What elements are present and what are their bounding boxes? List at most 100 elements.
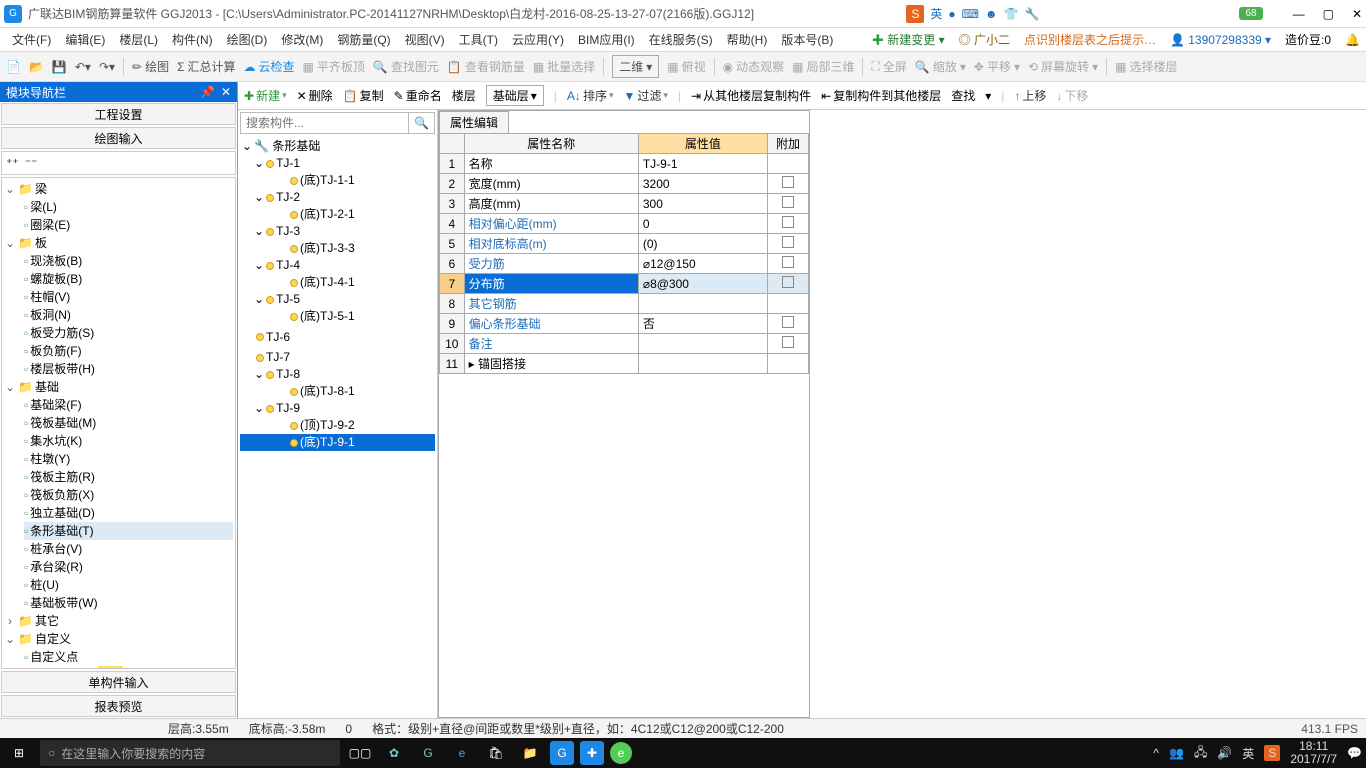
close-button[interactable]: ✕: [1352, 7, 1362, 21]
tree-item[interactable]: ▫ 承台梁(R): [24, 558, 233, 576]
mtree-leaf[interactable]: (底)TJ-1-1: [240, 172, 435, 189]
explorer-icon[interactable]: 📁: [516, 739, 544, 767]
mtree-item[interactable]: TJ-7: [240, 349, 435, 366]
filter-button[interactable]: ▼ 过滤▾: [623, 87, 667, 104]
tree-group[interactable]: ›📁 其它: [4, 612, 233, 630]
prop-row[interactable]: 10 备注: [440, 334, 809, 354]
store-icon[interactable]: 🛍: [482, 739, 510, 767]
sogou-icon[interactable]: S: [906, 5, 924, 23]
menu-rebar[interactable]: 钢筋量(Q): [331, 29, 396, 50]
copy-button[interactable]: 📋 复制: [343, 87, 384, 104]
mtree-item[interactable]: TJ-6: [240, 329, 435, 346]
draw-button[interactable]: ✏ 绘图: [132, 58, 169, 75]
bell-icon[interactable]: 🔔: [1345, 33, 1360, 47]
tray-vol-icon[interactable]: 🔊: [1217, 746, 1232, 760]
maximize-button[interactable]: ▢: [1323, 7, 1334, 21]
tree-item[interactable]: ▫ 板负筋(F): [24, 342, 233, 360]
ime-wrench-icon[interactable]: 🔧: [1025, 7, 1040, 21]
tree-group[interactable]: ⌄📁 自定义: [4, 630, 233, 648]
menu-file[interactable]: 文件(F): [6, 29, 57, 50]
warning-message[interactable]: 点识别楼层表之后提示…: [1024, 31, 1156, 48]
user-account[interactable]: 👤 13907298339 ▾: [1170, 33, 1271, 47]
down-button[interactable]: ↓ 下移: [1056, 87, 1088, 104]
tree-item[interactable]: ▫ 筏板主筋(R): [24, 468, 233, 486]
tree-item[interactable]: ▫ 现浇板(B): [24, 252, 233, 270]
tree-item[interactable]: ▫ 桩承台(V): [24, 540, 233, 558]
close-panel-icon[interactable]: ✕: [221, 85, 231, 99]
mtree-leaf[interactable]: (底)TJ-9-1: [240, 434, 435, 451]
menu-modify[interactable]: 修改(M): [275, 29, 329, 50]
app5-icon[interactable]: e: [610, 742, 632, 764]
floor-button[interactable]: ▦ 选择楼层: [1115, 58, 1177, 75]
tree-group[interactable]: ⌄📁 板: [4, 234, 233, 252]
tree-item[interactable]: ▫ 集水坑(K): [24, 432, 233, 450]
tree-item[interactable]: ▫ 桩(U): [24, 576, 233, 594]
app2-icon[interactable]: G: [414, 739, 442, 767]
search-button[interactable]: 查找: [951, 87, 975, 104]
tree-item[interactable]: ▫ 板受力筋(S): [24, 324, 233, 342]
tree-item[interactable]: ▫ 基础板带(W): [24, 594, 233, 612]
save-icon[interactable]: 💾: [52, 60, 67, 74]
sort-button[interactable]: A↓ 排序▾: [567, 87, 614, 104]
pan-button[interactable]: ✥ 平移 ▾: [974, 58, 1020, 75]
mtree-leaf[interactable]: (底)TJ-8-1: [240, 383, 435, 400]
expand-icon[interactable]: ⁺⁺: [6, 156, 19, 170]
minimize-button[interactable]: —: [1293, 7, 1305, 21]
component-tree[interactable]: ⌄📁 梁▫ 梁(L)▫ 圈梁(E)⌄📁 板▫ 现浇板(B)▫ 螺旋板(B)▫ 柱…: [1, 177, 236, 669]
mtree-item[interactable]: ⌄ TJ-3: [240, 223, 435, 240]
mtree-leaf[interactable]: (顶)TJ-9-2: [240, 417, 435, 434]
tree-item[interactable]: ▫ 梁(L): [24, 198, 233, 216]
zoom-button[interactable]: 🔍 缩放 ▾: [915, 58, 966, 75]
three-button[interactable]: ▦ 局部三维: [792, 58, 854, 75]
menu-floor[interactable]: 楼层(L): [113, 29, 164, 50]
menu-online[interactable]: 在线服务(S): [643, 29, 719, 50]
mtree-leaf[interactable]: (底)TJ-2-1: [240, 206, 435, 223]
undo-icon[interactable]: ↶▾: [75, 60, 91, 74]
sum-button[interactable]: Σ 汇总计算: [177, 58, 235, 75]
menu-version[interactable]: 版本号(B): [775, 29, 839, 50]
ime-face-icon[interactable]: ☻: [985, 7, 998, 21]
notif-badge[interactable]: 68: [1239, 7, 1262, 20]
look-button[interactable]: 📋 查看钢筋量: [447, 58, 525, 75]
ime-bar[interactable]: S 英 ● ⌨ ☻ 👕 🔧: [906, 5, 1039, 23]
mtree-leaf[interactable]: (底)TJ-3-3: [240, 240, 435, 257]
canvas-area[interactable]: [810, 110, 1366, 718]
tree-item[interactable]: ▫ 螺旋板(B): [24, 270, 233, 288]
prop-row[interactable]: 9 偏心条形基础 否: [440, 314, 809, 334]
dyn-button[interactable]: ◉ 动态观察: [723, 58, 785, 75]
prop-row[interactable]: 8 其它钢筋: [440, 294, 809, 314]
app3-icon[interactable]: G: [550, 741, 574, 765]
tree-item[interactable]: ▫ 柱帽(V): [24, 288, 233, 306]
tree-item[interactable]: ▫ 板洞(N): [24, 306, 233, 324]
tree-item[interactable]: ▫ 条形基础(T): [24, 522, 233, 540]
dim-select[interactable]: 二维 ▾: [612, 55, 659, 78]
tree-item[interactable]: ▫ 圈梁(E): [24, 216, 233, 234]
app1-icon[interactable]: ✿: [380, 739, 408, 767]
rename-button[interactable]: ✎ 重命名: [394, 87, 442, 104]
menu-view[interactable]: 视图(V): [399, 29, 451, 50]
prop-row[interactable]: 1 名称 TJ-9-1: [440, 154, 809, 174]
tray-people-icon[interactable]: 👥: [1169, 746, 1184, 760]
tree-item[interactable]: ▫ 自定义点: [24, 648, 233, 666]
search-input[interactable]: [241, 113, 408, 133]
menu-draw[interactable]: 绘图(D): [221, 29, 274, 50]
prop-row[interactable]: 3 高度(mm) 300: [440, 194, 809, 214]
prop-row[interactable]: 5 相对底标高(m) (0): [440, 234, 809, 254]
rot-button[interactable]: ⟲ 屏幕旋转 ▾: [1028, 58, 1098, 75]
gxe-button[interactable]: ◎ 广小二: [959, 31, 1010, 48]
bird-button[interactable]: ▦ 俯视: [667, 58, 705, 75]
tree-group[interactable]: ⌄📁 基础: [4, 378, 233, 396]
system-tray[interactable]: ^ 👥 🖧 🔊 英 S 18:112017/7/7 💬: [1153, 740, 1362, 766]
mtree-item[interactable]: ⌄ TJ-2: [240, 189, 435, 206]
report-tab[interactable]: 报表预览: [1, 695, 236, 717]
full-button[interactable]: ⛶ 全屏: [871, 58, 906, 75]
mtree-item[interactable]: ⌄ TJ-5: [240, 291, 435, 308]
start-button[interactable]: ⊞: [4, 738, 34, 768]
property-grid[interactable]: 属性名称 属性值 附加 1 名称 TJ-9-1 2 宽度(mm) 3200 3 …: [439, 133, 809, 717]
tree-item[interactable]: ▫ 楼层板带(H): [24, 360, 233, 378]
prop-row[interactable]: 6 受力筋 ⌀12@150: [440, 254, 809, 274]
prop-row[interactable]: 11 ▸ 锚固搭接: [440, 354, 809, 374]
menu-bim[interactable]: BIM应用(I): [572, 29, 641, 50]
menu-cloud[interactable]: 云应用(Y): [506, 29, 570, 50]
mtree-item[interactable]: ⌄ TJ-8: [240, 366, 435, 383]
